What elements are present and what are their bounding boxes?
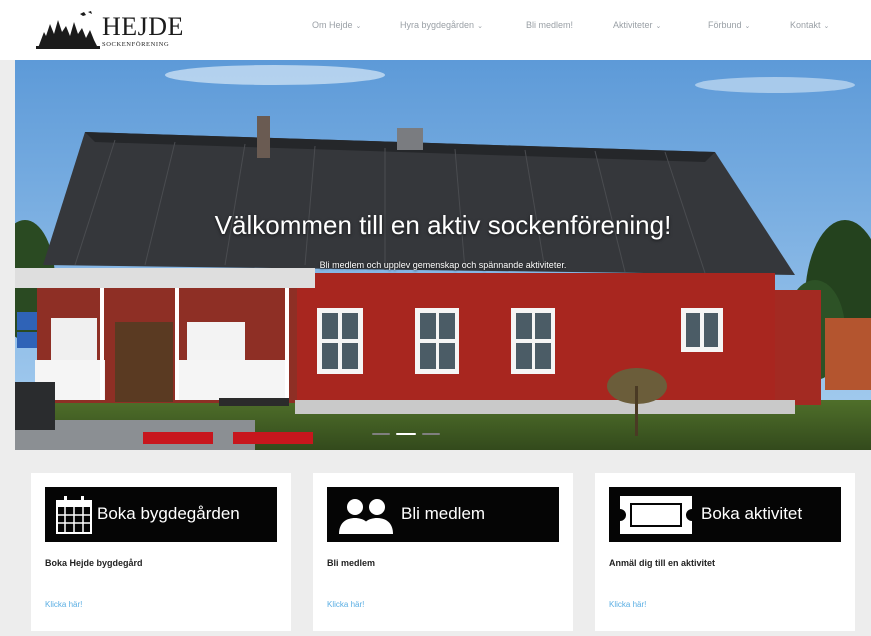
logo-title: HEJDE — [102, 12, 184, 41]
calendar-icon — [56, 496, 92, 534]
banner-label: Boka bygdegården — [97, 504, 240, 523]
slider-dot[interactable] — [422, 433, 440, 435]
hero-image — [15, 60, 871, 450]
card-link[interactable]: Klicka här! — [327, 600, 364, 609]
forest-logo-icon — [36, 11, 100, 49]
site-logo[interactable]: HEJDE SOCKENFÖRENING — [36, 8, 183, 50]
nav-item-hyra-bygdegarden[interactable]: Hyra bygdegården ⌄ — [400, 18, 483, 32]
nav-label: Hyra bygdegården — [400, 20, 475, 30]
nav-label: Om Hejde — [312, 20, 353, 30]
ticket-icon — [620, 496, 692, 534]
card-bli-medlem: Bli medlem Bli medlem Klicka här! — [313, 473, 573, 631]
nav-item-bli-medlem[interactable]: Bli medlem! — [526, 18, 573, 32]
nav-item-aktiviteter[interactable]: Aktiviteter ⌄ — [613, 18, 661, 32]
banner-label: Bli medlem — [401, 504, 486, 523]
nav-item-forbund[interactable]: Förbund ⌄ — [708, 18, 750, 32]
chevron-down-icon: ⌄ — [355, 23, 362, 30]
people-icon — [339, 499, 393, 534]
chevron-down-icon: ⌄ — [744, 23, 751, 30]
nav-label: Bli medlem! — [526, 20, 574, 30]
hero-title: Välkommen till en aktiv sockenförening! — [214, 210, 672, 240]
hero-subtitle: Bli medlem och upplev gemenskap och spän… — [319, 260, 567, 270]
card-banner[interactable]: Boka bygdegården — [45, 487, 277, 542]
logo-subtitle: SOCKENFÖRENING — [102, 41, 170, 48]
nav-item-kontakt[interactable]: Kontakt ⌄ — [790, 18, 829, 32]
card-title: Bli medlem — [327, 558, 376, 568]
chevron-down-icon: ⌄ — [477, 23, 483, 30]
card-link[interactable]: Klicka här! — [609, 600, 646, 609]
nav-label: Förbund — [708, 20, 742, 30]
nav-label: Kontakt — [790, 20, 821, 30]
nav-label: Aktiviteter — [613, 20, 653, 30]
card-boka-aktivitet: Boka aktivitet Anmäl dig till en aktivit… — [595, 473, 855, 631]
hero-slider[interactable]: Välkommen till en aktiv sockenförening! … — [15, 60, 871, 450]
card-title: Anmäl dig till en aktivitet — [609, 558, 716, 568]
card-banner[interactable]: Boka aktivitet — [609, 487, 841, 542]
site-header: HEJDE SOCKENFÖRENING Om Hejde ⌄ Hyra bygd… — [0, 0, 871, 60]
card-link[interactable]: Klicka här! — [45, 600, 82, 609]
card-boka-bygdegarden: Boka bygdegården Boka Hejde bygdegård Kl… — [31, 473, 291, 631]
chevron-down-icon: ⌄ — [823, 23, 830, 30]
card-banner[interactable]: Bli medlem — [327, 487, 559, 542]
banner-label: Boka aktivitet — [701, 504, 803, 523]
chevron-down-icon: ⌄ — [655, 23, 662, 30]
card-title: Boka Hejde bygdegård — [45, 558, 143, 568]
slider-dot[interactable] — [372, 433, 390, 435]
nav-item-om-hejde[interactable]: Om Hejde ⌄ — [312, 18, 361, 32]
slider-dot-active[interactable] — [396, 433, 416, 435]
